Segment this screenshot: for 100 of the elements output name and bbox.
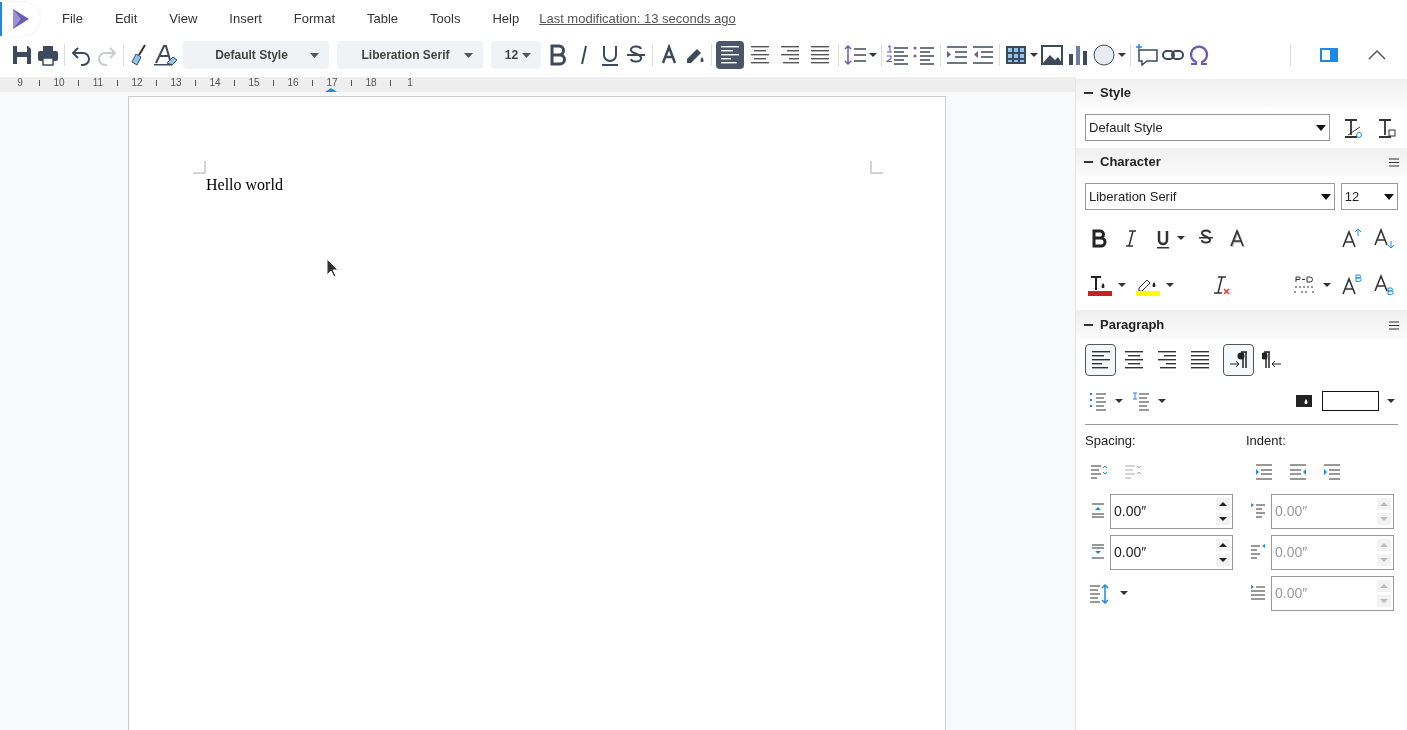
last-modification-link[interactable]: Last modification: 13 seconds ago	[539, 9, 736, 29]
increase-indent-icon[interactable]	[945, 43, 969, 67]
section-title: Character	[1100, 153, 1161, 172]
clear-formatting-icon[interactable]	[154, 43, 178, 67]
section-header[interactable]: Style	[1076, 79, 1407, 107]
section-title: Style	[1100, 84, 1132, 103]
new-style-icon[interactable]	[1376, 116, 1398, 139]
ruler-number: 1	[406, 78, 414, 88]
caret-icon[interactable]	[1120, 590, 1128, 596]
image-icon[interactable]	[1040, 43, 1064, 67]
font-name-select[interactable]: Liberation Serif	[337, 41, 483, 69]
caret-icon	[522, 52, 531, 58]
table-grid-icon[interactable]	[1004, 43, 1028, 67]
hamburger-menu-icon[interactable]	[1389, 157, 1399, 167]
paragraph-style-select[interactable]: Default Style	[183, 41, 329, 69]
document-text: Hello world	[206, 175, 283, 195]
ruler-number: 15	[248, 78, 260, 88]
caret-icon[interactable]	[1166, 281, 1174, 288]
caret-icon	[1320, 193, 1331, 200]
ruler-number: 16	[287, 78, 299, 88]
spin-up-icon[interactable]	[1216, 538, 1230, 551]
ruler-number: 13	[170, 78, 182, 88]
font-size-select[interactable]: 12	[1340, 183, 1398, 210]
section-header[interactable]: Paragraph	[1076, 311, 1407, 339]
caret-icon[interactable]	[1323, 281, 1331, 288]
comment-icon[interactable]	[1135, 43, 1159, 67]
font-name-select[interactable]: Liberation Serif	[1085, 183, 1335, 210]
mouse-pointer-icon	[326, 258, 339, 278]
align-justify-icon	[810, 44, 830, 66]
caret-icon[interactable]	[1118, 281, 1126, 288]
menu-item[interactable]: Insert	[213, 5, 278, 33]
shrink-font-icon[interactable]	[1373, 227, 1395, 249]
ruler-number: 17	[326, 78, 338, 88]
align-left-icon	[1090, 349, 1111, 371]
ruler-number: 12	[131, 78, 143, 88]
caret-icon	[1316, 124, 1326, 131]
superscript-icon[interactable]	[1341, 273, 1363, 296]
align-center-icon	[750, 44, 770, 66]
menu-item[interactable]: Table	[351, 5, 415, 33]
spacing-field[interactable]: 0.00″	[1110, 534, 1233, 570]
decrease-indent-icon[interactable]	[971, 43, 995, 67]
font-size-select[interactable]: 12	[491, 41, 541, 69]
menu-item[interactable]: File	[46, 5, 99, 33]
ruler-number: 10	[53, 78, 65, 88]
hamburger-menu-icon[interactable]	[1389, 320, 1399, 330]
line-spacing-icon[interactable]	[1088, 582, 1110, 604]
paragraph-style-select[interactable]: Default Style	[1085, 114, 1330, 141]
ruler-number: 18	[365, 78, 377, 88]
section-title: Paragraph	[1100, 316, 1165, 335]
caret-icon[interactable]	[1158, 398, 1166, 404]
caret-icon	[464, 52, 473, 58]
menu-item[interactable]: Tools	[414, 5, 477, 33]
indent-label: Indent:	[1246, 432, 1286, 450]
margin-corner-mark	[870, 161, 883, 174]
align-left-button[interactable]	[716, 41, 744, 69]
pilcrow-arrow-icon	[1261, 350, 1282, 370]
left-to-right-button[interactable]	[1223, 344, 1254, 376]
background-color-field[interactable]	[1322, 391, 1379, 411]
menu-item[interactable]: Help	[476, 5, 536, 33]
menu-item[interactable]: View	[153, 5, 214, 33]
margin-corner-mark	[193, 161, 206, 174]
ruler-number: 11	[92, 78, 104, 88]
font-color-icon[interactable]	[1088, 273, 1112, 296]
align-center-icon	[1123, 349, 1144, 371]
omega-icon[interactable]	[1187, 43, 1211, 67]
caret-icon[interactable]	[1177, 235, 1185, 241]
caret-icon	[1384, 193, 1394, 200]
line-spacing-icon[interactable]	[843, 43, 867, 67]
circle-shape-icon[interactable]	[1092, 43, 1116, 67]
print-icon[interactable]	[36, 43, 60, 67]
spacing-label: Spacing:	[1085, 432, 1137, 450]
ruler-number: 14	[209, 78, 221, 88]
spacing-field[interactable]: 0.00″	[1110, 493, 1233, 529]
section-header[interactable]: Character	[1076, 148, 1407, 176]
grow-font-icon[interactable]	[1341, 227, 1363, 249]
align-justify-icon	[1189, 349, 1210, 371]
caret-icon[interactable]	[1030, 52, 1038, 58]
spin-up-icon[interactable]	[1216, 497, 1230, 510]
pilcrow-arrow-icon	[1228, 350, 1249, 370]
menu-item[interactable]: Edit	[98, 5, 154, 33]
align-right-icon	[780, 44, 800, 66]
caret-icon[interactable]	[869, 52, 877, 58]
spin-down-icon[interactable]	[1216, 512, 1230, 525]
app-logo[interactable]	[0, 2, 40, 36]
caret-icon[interactable]	[1115, 398, 1123, 404]
indent-marker-icon[interactable]	[325, 88, 337, 92]
subscript-icon[interactable]	[1373, 273, 1395, 296]
caret-icon[interactable]	[1387, 398, 1395, 404]
ruler-number: 9	[16, 78, 24, 88]
caret-icon	[310, 52, 319, 58]
save-icon[interactable]	[10, 43, 34, 67]
bar-chart-icon[interactable]	[1066, 43, 1090, 67]
update-style-icon[interactable]	[1342, 116, 1364, 139]
numbered-list-icon[interactable]	[886, 43, 910, 67]
menu-item[interactable]: Format	[277, 5, 351, 33]
logo-icon	[12, 8, 30, 30]
character-spacing-icon[interactable]	[1293, 273, 1315, 296]
align-left-button[interactable]	[1085, 344, 1116, 376]
spin-down-icon[interactable]	[1216, 553, 1230, 566]
caret-icon[interactable]	[1118, 52, 1126, 58]
